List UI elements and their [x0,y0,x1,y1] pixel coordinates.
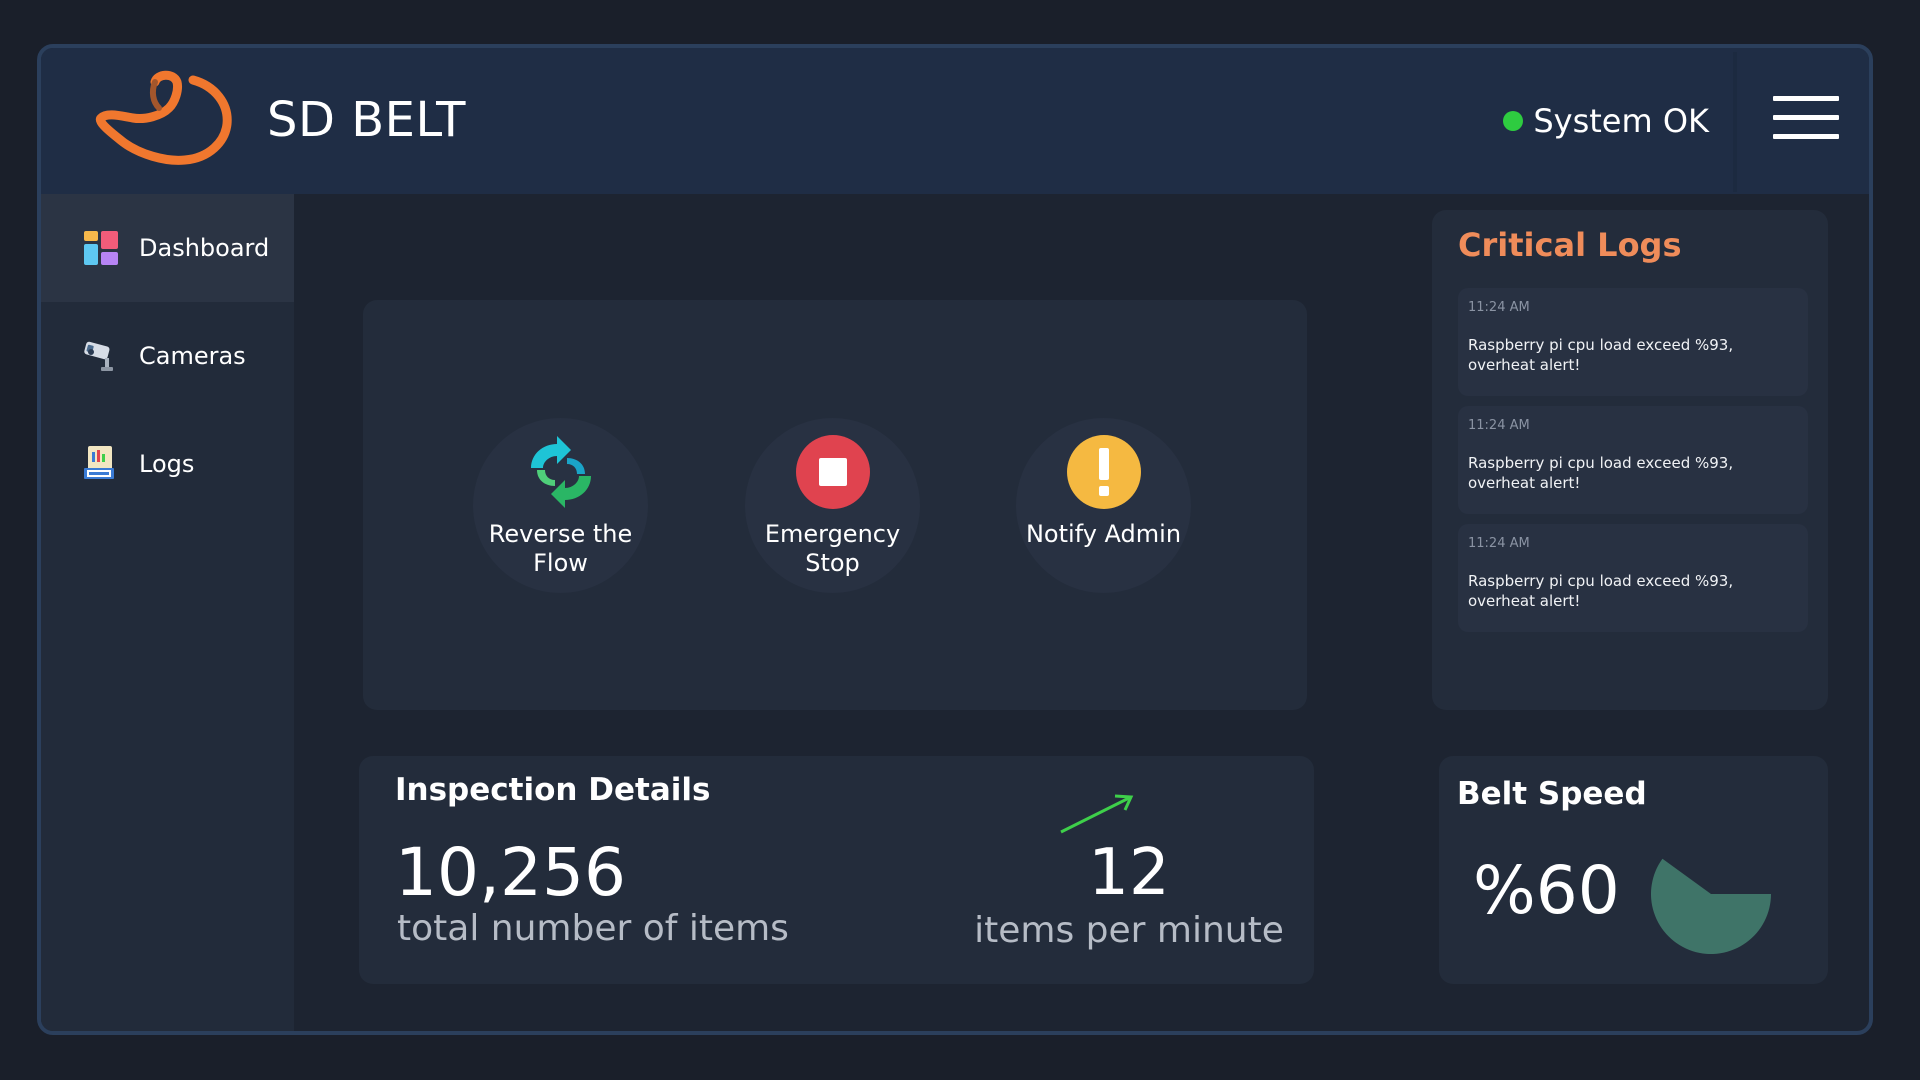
action-label: Notify Admin [1025,520,1182,548]
top-bar: SD BELT System OK [41,48,1869,194]
critical-logs-panel: Critical Logs 11:24 AM Raspberry pi cpu … [1432,210,1828,710]
inspection-title: Inspection Details [395,772,711,808]
total-items-value: 10,256 [395,834,626,911]
sidebar-item-label: Cameras [139,342,246,370]
app-window: SD BELT System OK Dashboard Cameras Logs… [37,44,1873,1035]
critical-logs-title: Critical Logs [1458,226,1682,264]
system-status: System OK [1503,102,1709,140]
items-per-minute-label: items per minute [974,910,1284,951]
brand-title: SD BELT [267,92,466,148]
log-entry[interactable]: 11:24 AM Raspberry pi cpu load exceed %9… [1458,288,1808,396]
items-per-minute-value: 12 [1088,836,1170,910]
belt-speed-value: %60 [1473,852,1620,929]
log-entry[interactable]: 11:24 AM Raspberry pi cpu load exceed %9… [1458,524,1808,632]
emergency-stop-button[interactable]: Emergency Stop [745,418,920,593]
action-label: Reverse the Flow [488,520,633,577]
action-label: Emergency Stop [764,520,901,577]
log-message: Raspberry pi cpu load exceed %93, overhe… [1468,336,1734,374]
log-entry[interactable]: 11:24 AM Raspberry pi cpu load exceed %9… [1458,406,1808,514]
status-dot-icon [1503,111,1524,131]
log-file-icon [83,446,119,482]
sidebar-item-cameras[interactable]: Cameras [41,302,294,410]
total-items-label: total number of items [397,908,789,949]
sidebar-item-label: Logs [139,450,195,478]
exclamation-icon [1066,435,1141,509]
notify-admin-button[interactable]: Notify Admin [1016,418,1191,593]
belt-speed-title: Belt Speed [1457,776,1647,812]
sidebar-item-label: Dashboard [139,234,270,262]
dashboard-grid-icon [83,230,119,266]
sidebar-item-dashboard[interactable]: Dashboard [41,194,294,302]
log-time: 11:24 AM [1468,300,1530,315]
status-text: System OK [1533,102,1709,140]
orange-hat-logo [95,70,232,165]
belt-speed-pie-slice [1651,858,1771,954]
hamburger-menu-icon[interactable] [1773,96,1839,140]
reverse-arrows-icon [530,436,591,508]
sidebar-item-logs[interactable]: Logs [41,410,294,518]
log-message: Raspberry pi cpu load exceed %93, overhe… [1468,454,1734,492]
stop-icon [795,435,870,509]
belt-speed-pie [1651,858,1771,954]
log-time: 11:24 AM [1468,418,1530,433]
security-camera-icon [83,338,119,374]
belt-speed-panel: Belt Speed %60 [1439,756,1828,984]
header-divider [1733,52,1737,192]
reverse-flow-button[interactable]: Reverse the Flow [473,418,648,593]
quick-actions-panel: Reverse the Flow Emergency Stop Notify A… [363,300,1307,710]
inspection-details-panel: Inspection Details 10,256 total number o… [359,756,1314,984]
log-time: 11:24 AM [1468,536,1530,551]
trend-up-arrow-icon [1060,794,1134,834]
sidebar: Dashboard Cameras Logs [41,194,294,1031]
log-message: Raspberry pi cpu load exceed %93, overhe… [1468,572,1734,610]
